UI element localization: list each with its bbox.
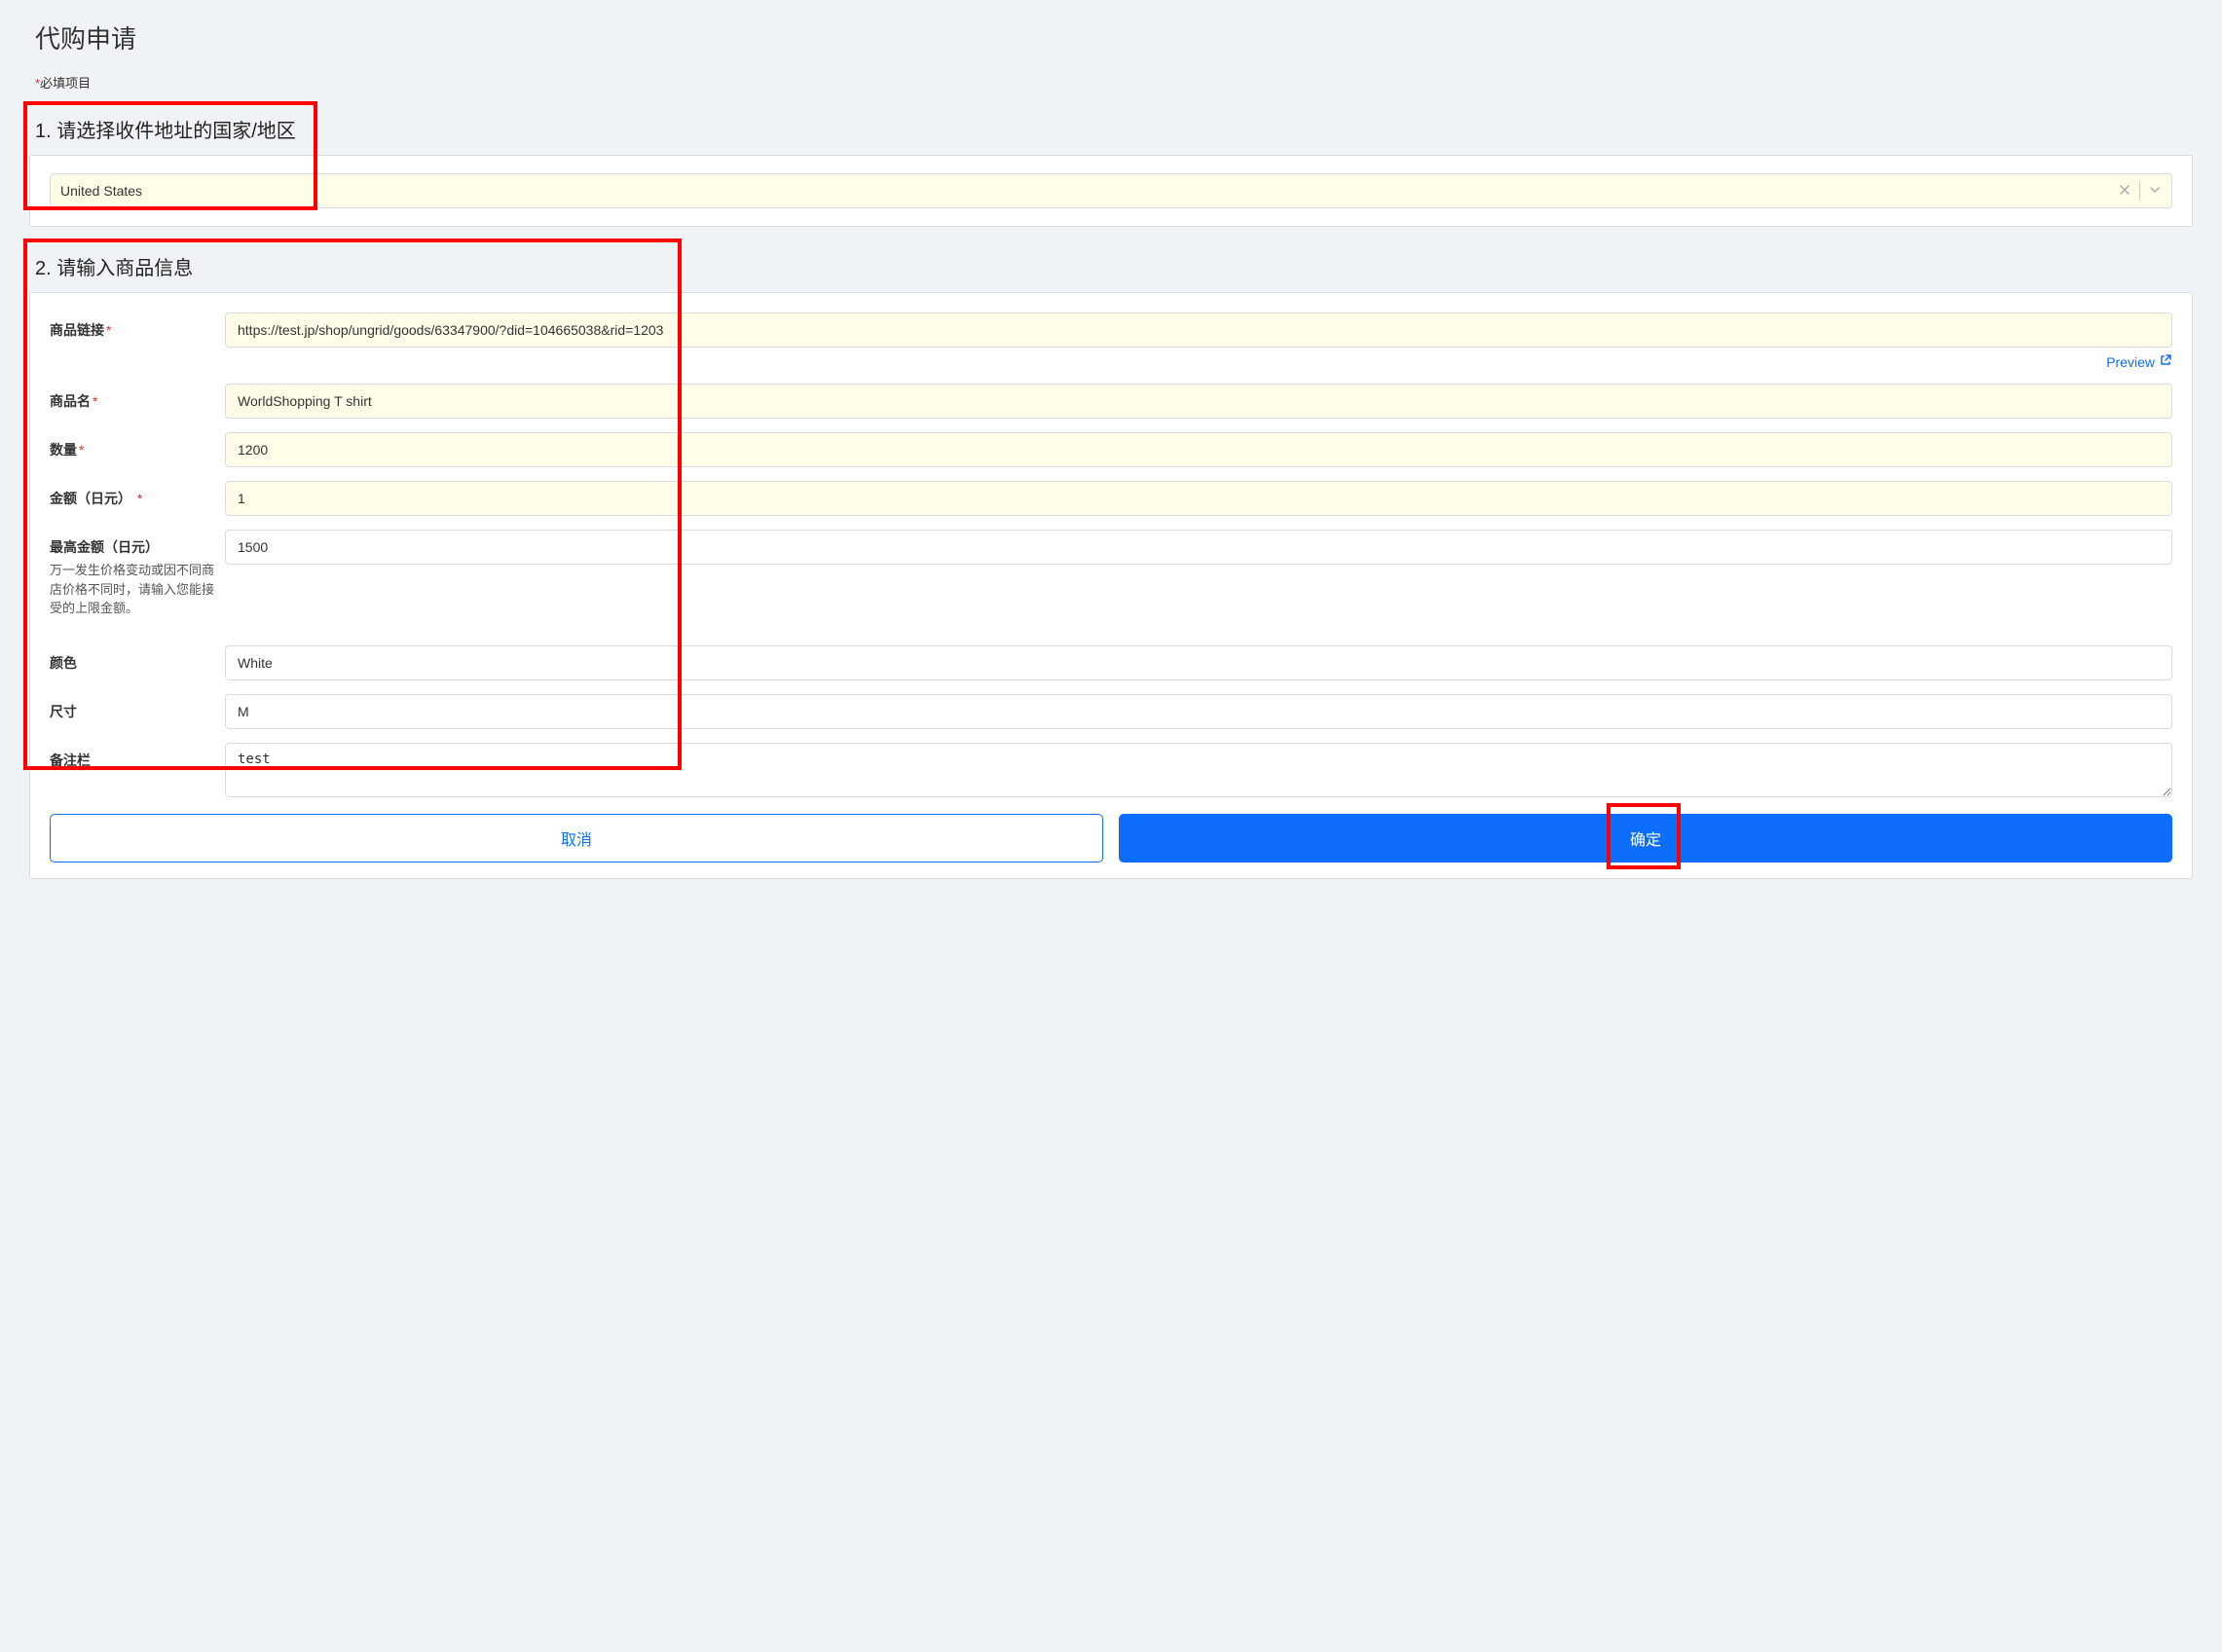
- max-amount-label: 最高金额（日元） 万一发生价格变动或因不同商店价格不同时，请输入您能接受的上限金…: [50, 530, 225, 618]
- country-select-value: United States: [60, 183, 2118, 199]
- remark-textarea[interactable]: test: [225, 743, 2172, 797]
- remark-label: 备注栏: [50, 743, 225, 770]
- preview-link[interactable]: Preview: [2106, 353, 2172, 370]
- amount-input[interactable]: [225, 481, 2172, 516]
- url-input[interactable]: [225, 312, 2172, 348]
- max-amount-input[interactable]: [225, 530, 2172, 565]
- section-product-body: 商品链接* Preview 商品名*: [29, 292, 2193, 879]
- cancel-button[interactable]: 取消: [50, 814, 1103, 863]
- color-label: 颜色: [50, 645, 225, 673]
- quantity-label: 数量*: [50, 432, 225, 459]
- section-product-heading: 2. 请输入商品信息: [29, 244, 2193, 292]
- name-input[interactable]: [225, 384, 2172, 419]
- clear-icon[interactable]: [2118, 183, 2131, 200]
- select-divider: [2139, 182, 2140, 200]
- quantity-input[interactable]: [225, 432, 2172, 467]
- confirm-button[interactable]: 确定: [1119, 814, 2172, 863]
- name-label: 商品名*: [50, 384, 225, 411]
- color-input[interactable]: [225, 645, 2172, 680]
- url-label: 商品链接*: [50, 312, 225, 340]
- chevron-down-icon[interactable]: [2148, 183, 2162, 200]
- section-country: 1. 请选择收件地址的国家/地区 United States: [29, 107, 2193, 227]
- section-country-body: United States: [29, 155, 2193, 227]
- section-product: 2. 请输入商品信息 商品链接* Preview: [29, 244, 2193, 879]
- external-link-icon: [2159, 353, 2172, 370]
- amount-label: 金额（日元） *: [50, 481, 225, 508]
- country-select[interactable]: United States: [50, 173, 2172, 208]
- page-title: 代购申请: [35, 19, 2193, 55]
- section-country-heading: 1. 请选择收件地址的国家/地区: [29, 107, 2193, 155]
- required-note: *必填项目: [35, 73, 2193, 92]
- size-input[interactable]: [225, 694, 2172, 729]
- size-label: 尺寸: [50, 694, 225, 721]
- max-amount-hint: 万一发生价格变动或因不同商店价格不同时，请输入您能接受的上限金额。: [50, 561, 225, 618]
